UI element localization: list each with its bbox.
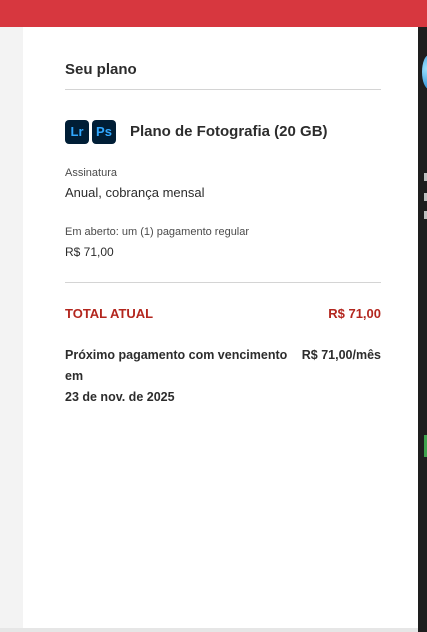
section-title: Seu plano <box>65 61 137 78</box>
total-label: TOTAL ATUAL <box>65 306 154 321</box>
right-background-strip <box>418 27 427 632</box>
open-payment-value: R$ 71,00 <box>65 245 114 259</box>
next-payment-date: 23 de nov. de 2025 <box>65 390 175 404</box>
next-payment-label-line2: em <box>65 369 84 383</box>
divider <box>65 89 381 90</box>
background-app-icon <box>422 55 427 89</box>
lightroom-icon: Lr <box>65 120 89 144</box>
next-payment-label: Próximo pagamento com vencimento em 23 d… <box>65 345 297 408</box>
subscription-label: Assinatura <box>65 167 117 179</box>
plan-summary-panel: Seu plano Lr Ps Plano de Fotografia (20 … <box>23 27 418 628</box>
subscription-value: Anual, cobrança mensal <box>65 185 205 200</box>
bottom-border <box>0 628 418 632</box>
plan-name: Plano de Fotografia (20 GB) <box>130 123 328 140</box>
left-background-strip <box>0 27 23 632</box>
next-payment-value: R$ 71,00/mês <box>301 348 381 362</box>
top-header-bar <box>0 0 427 27</box>
open-payment-label: Em aberto: um (1) pagamento regular <box>65 226 250 238</box>
total-value: R$ 71,00 <box>328 306 381 321</box>
divider <box>65 282 381 283</box>
next-payment-label-line1: Próximo pagamento com vencimento <box>65 348 288 362</box>
photoshop-icon: Ps <box>92 120 116 144</box>
